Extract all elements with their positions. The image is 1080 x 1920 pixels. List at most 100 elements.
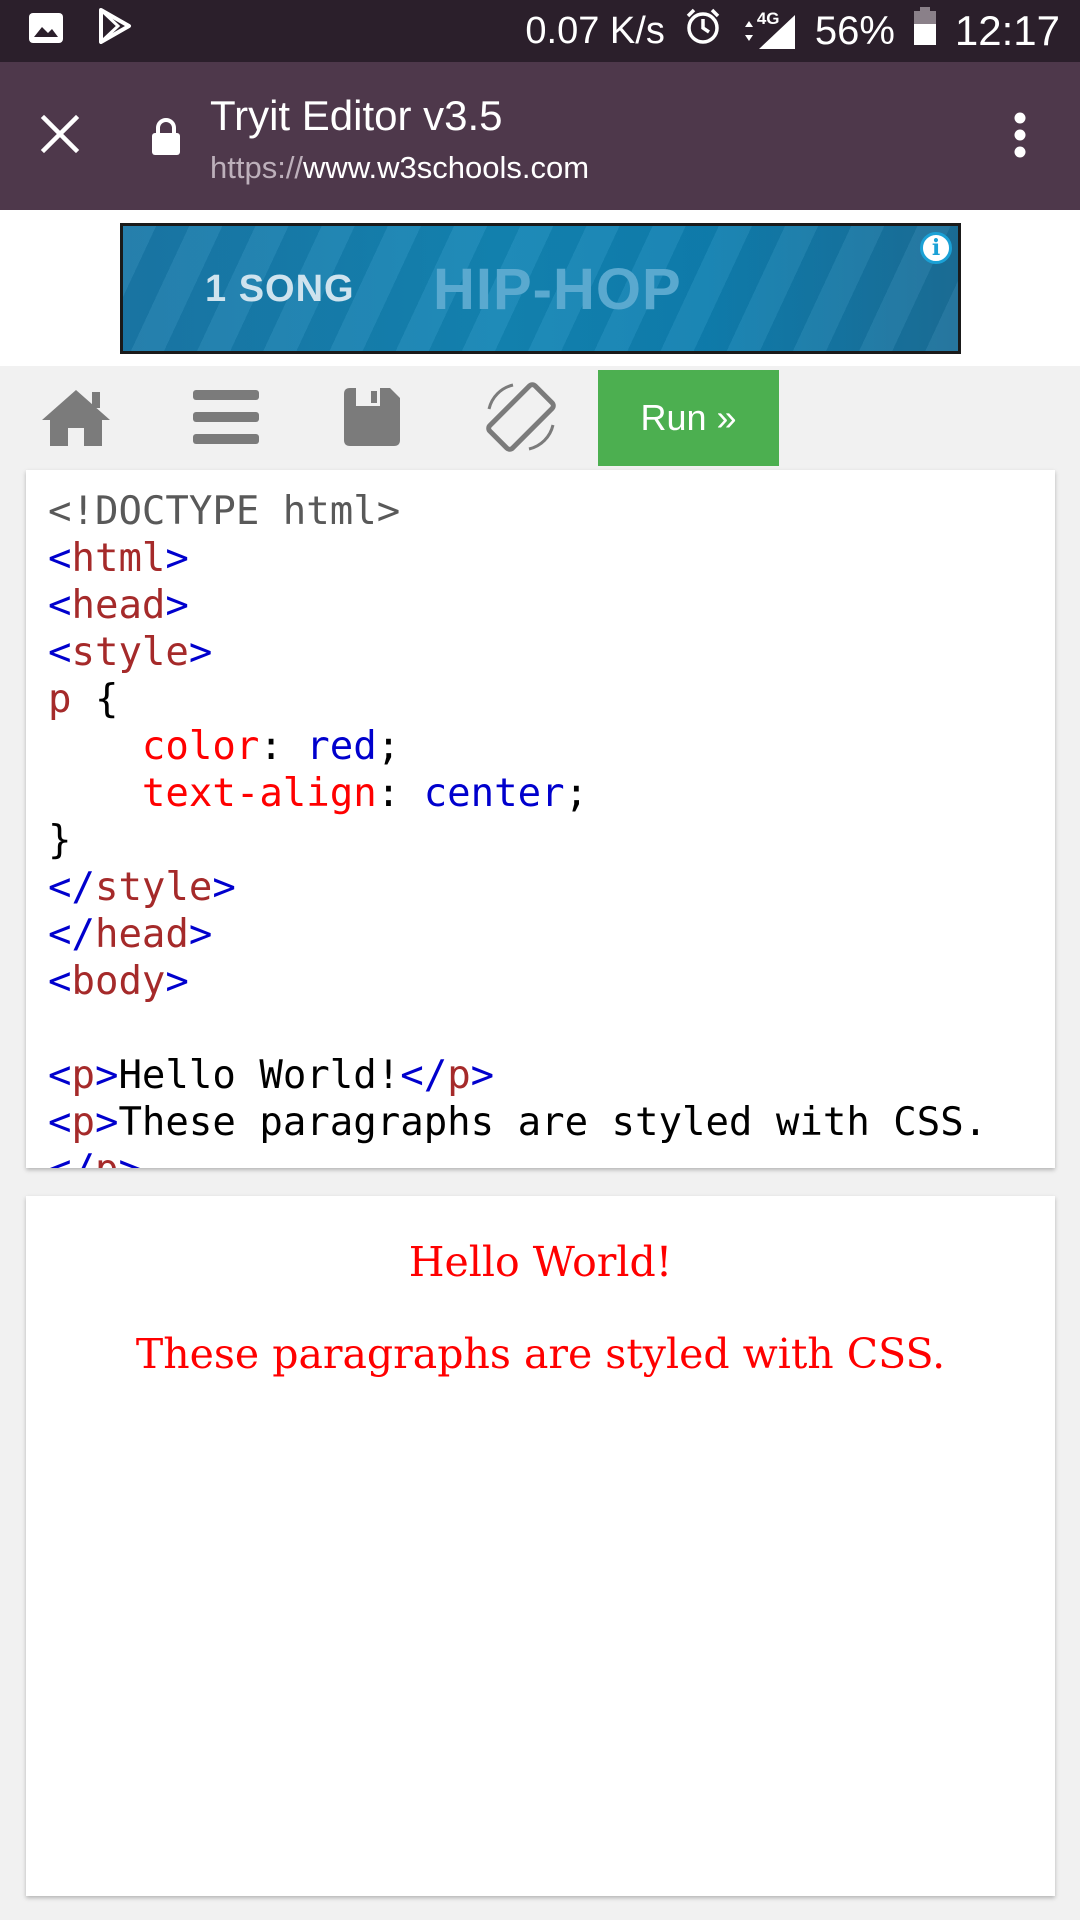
- code-line: <style>: [48, 629, 1055, 676]
- code-line: <p>Hello World!</p>: [48, 1052, 1055, 1099]
- code-token: <: [48, 1100, 72, 1145]
- code-line: color: red;: [48, 723, 1055, 770]
- code-token: p: [71, 1100, 95, 1145]
- code-line: </head>: [48, 911, 1055, 958]
- save-icon: [340, 386, 402, 453]
- browser-toolbar: Tryit Editor v3.5 https://www.w3schools.…: [0, 62, 1080, 210]
- code-editor[interactable]: <!DOCTYPE html> <html> <head> <style> p { co…: [26, 470, 1055, 1168]
- code-token: color: [141, 724, 260, 769]
- code-line: <!DOCTYPE html>: [48, 488, 1055, 535]
- result-frame: Hello World! These paragraphs are styled…: [26, 1196, 1055, 1896]
- code-token: style: [71, 630, 189, 675]
- home-button[interactable]: [36, 384, 116, 454]
- overflow-menu-button[interactable]: [1000, 112, 1040, 162]
- status-bar: 0.07 K/s 4G 56% 12:17: [0, 0, 1080, 62]
- code-token: >: [94, 1053, 119, 1098]
- close-button[interactable]: [30, 106, 90, 166]
- ad-container: 1 SONG HIP-HOP i: [0, 210, 1080, 366]
- code-token: >: [118, 1147, 141, 1168]
- code-token: p: [95, 1147, 118, 1168]
- code-line: <head>: [48, 582, 1055, 629]
- ad-info-icon[interactable]: i: [920, 232, 952, 264]
- code-token: center: [423, 771, 565, 816]
- code-line: <html>: [48, 535, 1055, 582]
- rotate-icon: [483, 379, 559, 460]
- code-token: :: [376, 771, 424, 816]
- network-type: 4G: [756, 9, 780, 28]
- clock: 12:17: [954, 7, 1060, 54]
- code-token: >: [470, 1053, 495, 1098]
- code-token: ;: [564, 771, 589, 816]
- code-token: ;: [376, 724, 401, 769]
- network-speed: 0.07 K/s: [525, 9, 665, 52]
- result-paragraph-2: These paragraphs are styled with CSS.: [135, 1330, 946, 1378]
- code-line: p {: [48, 676, 1055, 723]
- code-line: text-align: center;: [48, 770, 1055, 817]
- more-vert-icon: [1013, 112, 1027, 163]
- code-token: text-align: [141, 771, 377, 816]
- save-button[interactable]: [331, 384, 411, 454]
- url-scheme: https://: [210, 150, 304, 185]
- code-token: </: [48, 912, 95, 957]
- code-token: >: [188, 630, 213, 675]
- run-button[interactable]: Run »: [598, 370, 779, 466]
- code-token: p: [447, 1053, 471, 1098]
- code-token: head: [94, 912, 189, 957]
- result-paragraph-1: Hello World!: [408, 1238, 673, 1286]
- code-token: }: [48, 818, 72, 863]
- code-token: >: [165, 959, 189, 1004]
- code-token: >: [94, 1100, 119, 1145]
- code-token: <!DOCTYPE html>: [48, 489, 401, 534]
- ad-text-song: 1 SONG: [205, 268, 355, 310]
- image-icon: [28, 9, 64, 54]
- code-token: p: [71, 1053, 95, 1098]
- code-token: head: [71, 583, 166, 628]
- code-token: >: [188, 912, 213, 957]
- code-line: }: [48, 817, 1055, 864]
- code-line: <body>: [48, 958, 1055, 1005]
- battery-percent: 56%: [814, 8, 895, 53]
- menu-icon: [193, 388, 259, 451]
- code-token: html: [71, 536, 166, 581]
- menu-button[interactable]: [186, 384, 266, 454]
- code-token: <: [48, 959, 72, 1004]
- data-arrows-icon: 4G: [741, 9, 797, 51]
- page-title: Tryit Editor v3.5: [210, 92, 503, 139]
- code-line: </p>: [48, 1146, 1055, 1168]
- code-token: <: [48, 583, 72, 628]
- play-store-icon: [98, 8, 132, 54]
- home-icon: [40, 386, 112, 453]
- page-url[interactable]: https://www.w3schools.com: [210, 150, 589, 186]
- lock-icon: [150, 117, 182, 162]
- close-icon: [40, 114, 80, 159]
- code-token: red: [306, 724, 377, 769]
- code-token: <: [48, 630, 72, 675]
- code-token: These paragraphs are styled with CSS.: [118, 1100, 988, 1145]
- code-token: >: [212, 865, 236, 910]
- tryit-toolbar: Run »: [0, 366, 1080, 470]
- alarm-icon: [683, 6, 723, 56]
- code-token: </: [48, 865, 95, 910]
- ad-text-genre: HIP-HOP: [433, 257, 682, 322]
- code-token: body: [71, 959, 166, 1004]
- code-token: >: [165, 583, 189, 628]
- code-token: :: [259, 724, 307, 769]
- code-token: Hello World!: [118, 1053, 401, 1098]
- code-line: <p>These paragraphs are styled with CSS.: [48, 1099, 1055, 1146]
- code-token: {: [71, 677, 119, 722]
- code-token: style: [94, 865, 213, 910]
- code-token: >: [165, 536, 189, 581]
- code-line: </style>: [48, 864, 1055, 911]
- code-token: p: [48, 677, 72, 722]
- url-host: www.w3schools.com: [303, 150, 590, 185]
- rotate-button[interactable]: [481, 381, 561, 454]
- code-token: </: [400, 1053, 448, 1098]
- code-token: </: [48, 1147, 95, 1168]
- code-token: <: [48, 536, 72, 581]
- code-token: <: [48, 1053, 72, 1098]
- ad-banner[interactable]: 1 SONG HIP-HOP i: [120, 223, 961, 354]
- battery-icon: [913, 6, 937, 56]
